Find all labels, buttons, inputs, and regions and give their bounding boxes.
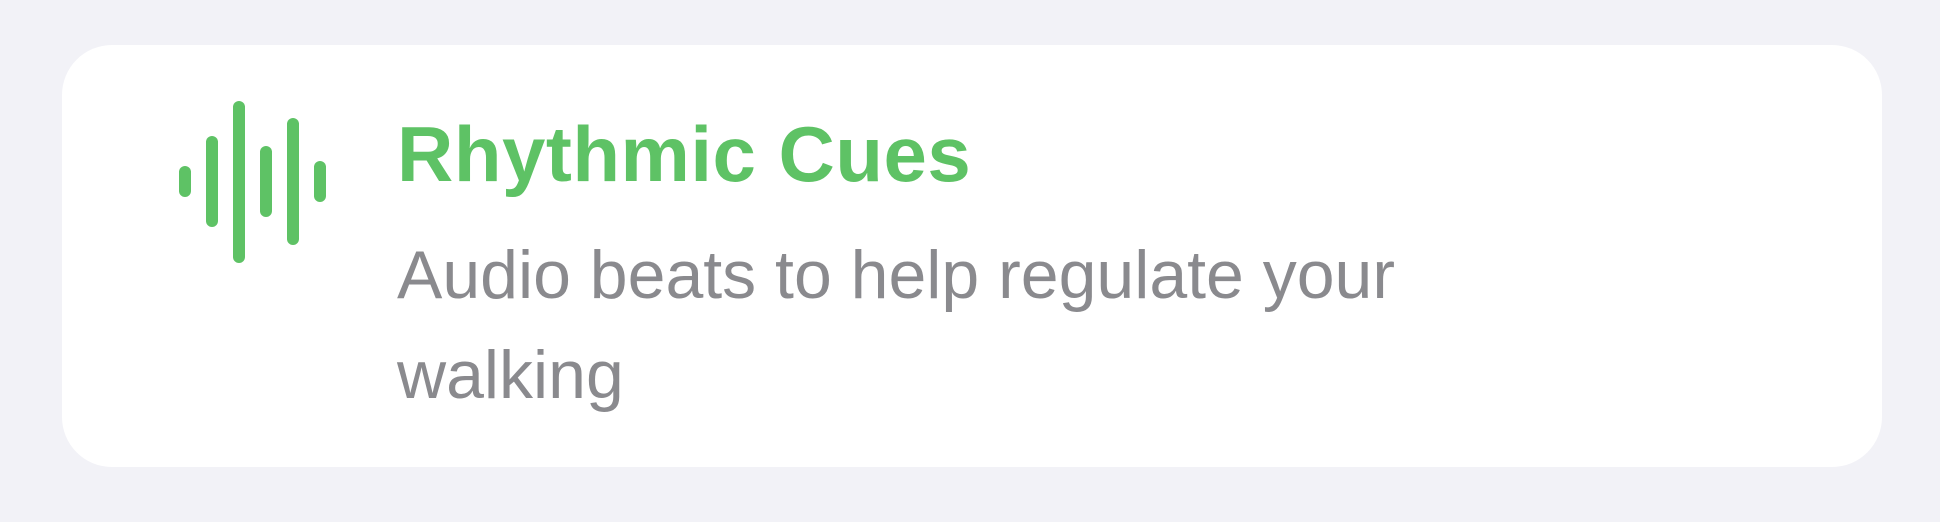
waveform-bars [179, 101, 326, 263]
waveform-icon [174, 101, 334, 277]
card-description: Audio beats to help regulate your walkin… [397, 237, 1396, 413]
rhythmic-cues-card[interactable]: Rhythmic Cues Audio beats to help regula… [62, 45, 1882, 467]
card-title: Rhythmic Cues [397, 110, 972, 198]
